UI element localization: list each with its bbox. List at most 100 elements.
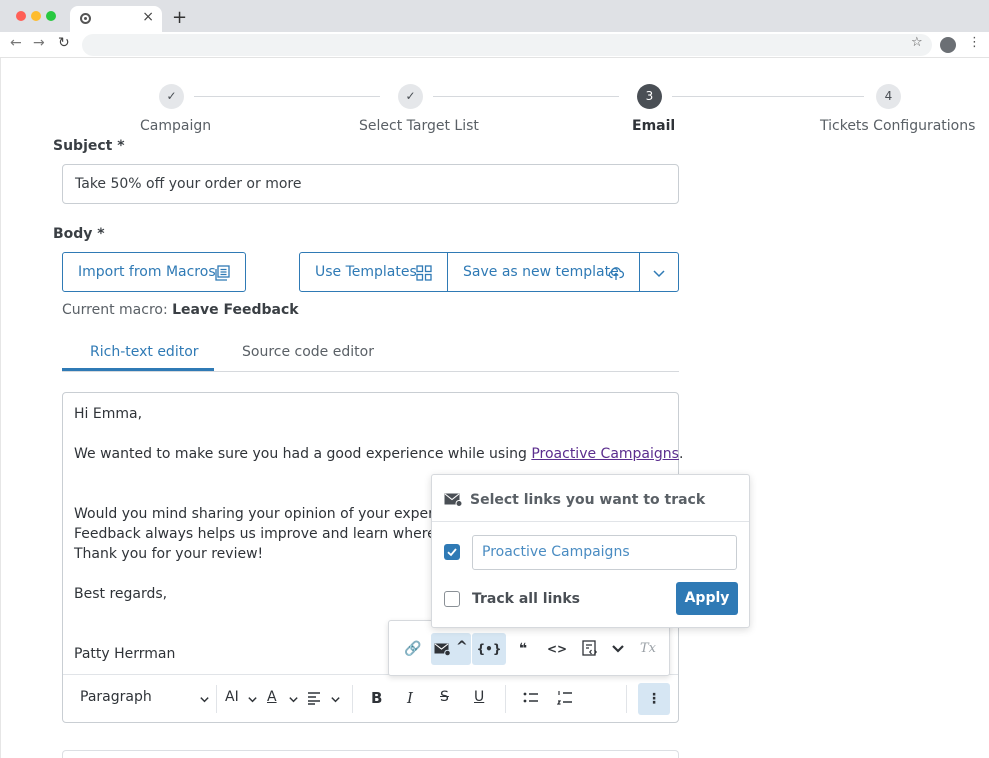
editor-line: Would you mind sharing your opinion of y…: [74, 506, 488, 522]
current-macro-name: Leave Feedback: [172, 302, 299, 318]
editor-toolbar: Paragraph AI A B I S U ⋮: [63, 674, 678, 722]
profile-avatar-icon[interactable]: [940, 37, 956, 53]
browser-toolbar: ← → ↻ ☆ ⋮: [0, 32, 989, 58]
reload-icon[interactable]: ↻: [58, 35, 70, 51]
code-icon[interactable]: <>: [547, 633, 567, 665]
template-dropdown-button[interactable]: [639, 252, 679, 292]
editor-line: Thank you for your review!: [74, 546, 264, 562]
subject-label: Subject *: [53, 138, 125, 154]
step-label-target-list[interactable]: Select Target List: [359, 118, 479, 134]
chevron-up-icon: ^: [456, 639, 468, 655]
tab-source-code[interactable]: Source code editor: [242, 344, 374, 360]
apply-button[interactable]: Apply: [676, 582, 738, 615]
chrome-favicon-icon: [80, 13, 91, 24]
editor-signature: Patty Herrman: [74, 646, 176, 662]
toolbar-divider: [626, 685, 627, 713]
editor-tabs: Rich-text editor Source code editor: [62, 340, 679, 372]
browser-tab-strip: × +: [0, 0, 989, 32]
address-bar[interactable]: [82, 34, 932, 56]
track-all-checkbox[interactable]: [444, 591, 460, 607]
use-templates-button[interactable]: Use Templates: [299, 252, 448, 292]
use-templates-label: Use Templates: [315, 264, 417, 280]
save-template-button[interactable]: Save as new template: [447, 252, 640, 292]
chevron-down-icon: [653, 270, 665, 278]
step-label-tickets[interactable]: Tickets Configurations: [820, 118, 975, 134]
browser-menu-icon[interactable]: ⋮: [968, 35, 981, 50]
editor-closing: Best regards,: [74, 586, 168, 602]
source-file-icon[interactable]: [582, 640, 599, 657]
toolbar-divider: [352, 685, 353, 713]
track-link-button[interactable]: ^: [431, 633, 471, 665]
popup-header: Select links you want to track: [432, 475, 749, 522]
italic-button[interactable]: I: [407, 689, 413, 707]
minimize-window-button[interactable]: [31, 11, 41, 21]
font-color-icon[interactable]: A: [267, 689, 277, 705]
variable-icon[interactable]: {•}: [472, 633, 506, 665]
import-macros-button[interactable]: Import from Macros: [62, 252, 246, 292]
step-label-campaign[interactable]: Campaign: [140, 118, 211, 134]
tab-rich-text[interactable]: Rich-text editor: [90, 344, 199, 360]
step-connector: [194, 96, 380, 97]
active-tab-indicator: [62, 368, 214, 371]
step-number-badge: 3: [637, 84, 662, 109]
chevron-down-icon[interactable]: [247, 694, 258, 705]
chevron-down-icon[interactable]: [199, 694, 210, 705]
strikethrough-button[interactable]: S: [440, 689, 449, 705]
step-connector: [672, 96, 864, 97]
grid-icon: [416, 265, 432, 281]
link-checkbox[interactable]: [444, 544, 460, 560]
step-label-email: Email: [632, 118, 676, 134]
page-left-border: [0, 58, 1, 758]
bold-button[interactable]: B: [371, 689, 382, 707]
step-number-badge: 4: [876, 84, 901, 109]
step-check-icon: ✓: [398, 84, 423, 109]
editor-paragraph: We wanted to make sure you had a good ex…: [74, 446, 683, 462]
bulleted-list-icon[interactable]: [523, 691, 539, 705]
popup-title: Select links you want to track: [470, 492, 706, 508]
current-macro: Current macro: Leave Feedback: [62, 302, 299, 318]
chevron-down-icon[interactable]: [611, 643, 625, 655]
chevron-down-icon[interactable]: [330, 694, 341, 705]
back-icon[interactable]: ←: [10, 35, 22, 51]
browser-tab[interactable]: ×: [70, 6, 162, 32]
tracked-mail-icon: [434, 643, 451, 656]
chevron-down-icon[interactable]: [288, 694, 299, 705]
body-label: Body *: [53, 226, 105, 242]
editor-line: Feedback always helps us improve and lea…: [74, 526, 490, 542]
toolbar-divider: [216, 685, 217, 713]
align-left-icon[interactable]: [307, 691, 321, 705]
editor-line-suffix: .: [678, 446, 684, 462]
step-check-icon: ✓: [159, 84, 184, 109]
forward-icon[interactable]: →: [33, 35, 45, 51]
subject-input[interactable]: Take 50% off your order or more: [62, 164, 679, 204]
quote-icon[interactable]: ❝: [513, 633, 533, 665]
editor-greeting: Hi Emma,: [74, 406, 143, 422]
close-window-button[interactable]: [16, 11, 26, 21]
track-links-popup: Select links you want to track Proactive…: [431, 474, 750, 628]
next-section-edge: [62, 750, 679, 758]
new-tab-button[interactable]: +: [172, 7, 187, 28]
checkmark-icon: [447, 548, 457, 557]
tracked-link-field[interactable]: Proactive Campaigns: [472, 535, 737, 570]
font-size-icon[interactable]: AI: [225, 689, 239, 705]
numbered-list-icon[interactable]: [557, 690, 573, 706]
underline-button[interactable]: U: [474, 689, 484, 705]
tracked-mail-icon: [444, 493, 463, 507]
maximize-window-button[interactable]: [46, 11, 56, 21]
link-toolbar: 🔗 ^ {•} ❝ <> Tx: [388, 620, 670, 676]
save-template-label: Save as new template: [463, 264, 619, 280]
track-all-label: Track all links: [472, 591, 580, 607]
step-connector: [433, 96, 619, 97]
toolbar-divider: [505, 685, 506, 713]
macros-icon: [215, 265, 230, 281]
link-icon[interactable]: 🔗: [403, 633, 423, 665]
cloud-upload-icon: [608, 267, 624, 280]
tab-close-icon[interactable]: ×: [142, 9, 154, 25]
editor-line-text: We wanted to make sure you had a good ex…: [74, 446, 532, 462]
clear-format-icon[interactable]: Tx: [637, 633, 659, 665]
import-macros-label: Import from Macros: [78, 264, 216, 280]
paragraph-select[interactable]: Paragraph: [80, 689, 152, 705]
more-options-button[interactable]: ⋮: [638, 683, 670, 715]
bookmark-star-icon[interactable]: ☆: [911, 35, 923, 50]
editor-link[interactable]: Proactive Campaigns: [531, 446, 679, 462]
